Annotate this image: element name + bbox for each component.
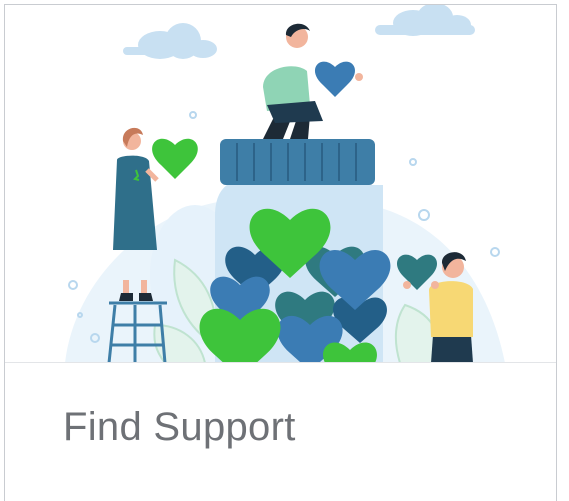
- find-support-card[interactable]: Find Support: [4, 4, 557, 501]
- heart-jar-illustration: [65, 5, 505, 363]
- cloud-icon: [375, 5, 475, 36]
- cloud-icon: [123, 23, 217, 59]
- card-divider: [5, 362, 556, 363]
- card-title[interactable]: Find Support: [63, 407, 296, 447]
- jar-lid: [220, 139, 375, 185]
- person-kneeling-figure: [263, 23, 363, 139]
